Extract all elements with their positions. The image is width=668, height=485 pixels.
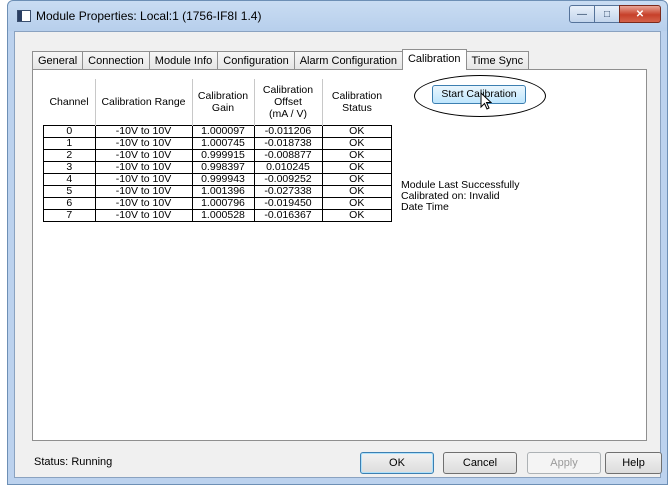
column-header-calibration-range: Calibration Range (95, 79, 193, 126)
last-calibration-info: Module Last Successfully Calibrated on: … (401, 180, 519, 213)
module-properties-window: Module Properties: Local:1 (1756-IF8I 1.… (7, 0, 668, 485)
cell-calibration-range: -10V to 10V (94, 125, 193, 138)
cell-calibration-status: OK (321, 125, 392, 138)
last-calibration-line: Date Time (401, 201, 449, 213)
header-line: Calibration (331, 90, 383, 102)
cell-channel: 6 (43, 197, 96, 210)
column-header-calibration-offset: Calibration Offset (mA / V) (254, 79, 323, 126)
tab-alarm-configuration[interactable]: Alarm Configuration (293, 51, 403, 70)
window-title: Module Properties: Local:1 (1756-IF8I 1.… (36, 9, 262, 23)
calibration-table: Channel Calibration Range Calibration Ga… (43, 79, 392, 222)
cell-channel: 5 (43, 185, 96, 198)
cell-channel: 7 (43, 209, 96, 222)
maximize-button[interactable]: □ (594, 5, 620, 23)
cell-channel: 4 (43, 173, 96, 186)
header-line: Gain (211, 102, 235, 114)
header-line: Offset (274, 96, 302, 108)
status-bar: Status: Running (34, 456, 112, 468)
status-label: Status: (34, 456, 69, 468)
cell-calibration-range: -10V to 10V (94, 149, 193, 162)
table-row: 6 -10V to 10V 1.000796 -0.019450 OK (43, 197, 392, 210)
calibration-table-body: 0 -10V to 10V 1.000097 -0.011206 OK 1 -10V to … (43, 125, 392, 222)
cell-calibration-range: -10V to 10V (94, 173, 193, 186)
status-value: Running (71, 456, 113, 468)
column-header-channel: Channel (43, 79, 96, 126)
close-icon: ✕ (635, 8, 645, 20)
cell-calibration-status: OK (321, 209, 392, 222)
cell-calibration-offset: -0.008877 (253, 149, 323, 162)
close-button[interactable]: ✕ (619, 5, 661, 23)
table-row: 2 -10V to 10V 0.999915 -0.008877 OK (43, 149, 392, 162)
maximize-icon: □ (603, 8, 611, 20)
tab-connection[interactable]: Connection (82, 51, 150, 70)
table-row: 1 -10V to 10V 1.000745 -0.018738 OK (43, 137, 392, 150)
dialog-body: General Connection Module Info Configura… (14, 31, 662, 478)
cell-calibration-gain: 1.001396 (191, 185, 255, 198)
cell-channel: 0 (43, 125, 96, 138)
cell-calibration-gain: 0.999915 (191, 149, 255, 162)
cell-calibration-gain: 1.000796 (191, 197, 255, 210)
cell-calibration-range: -10V to 10V (94, 197, 193, 210)
cell-calibration-status: OK (321, 137, 392, 150)
tab-time-sync[interactable]: Time Sync (465, 51, 530, 70)
cell-calibration-offset: -0.009252 (253, 173, 323, 186)
cell-calibration-range: -10V to 10V (94, 161, 193, 174)
tab-module-info[interactable]: Module Info (148, 51, 219, 70)
header-line: Calibration (197, 90, 249, 102)
table-header-row: Channel Calibration Range Calibration Ga… (43, 79, 392, 126)
cell-calibration-range: -10V to 10V (94, 185, 193, 198)
column-header-calibration-status: Calibration Status (322, 79, 392, 126)
tab-configuration[interactable]: Configuration (217, 51, 295, 70)
cell-channel: 2 (43, 149, 96, 162)
mouse-pointer-icon (480, 92, 492, 110)
cell-calibration-gain: 0.998397 (191, 161, 255, 174)
cell-calibration-gain: 1.000097 (191, 125, 255, 138)
column-header-calibration-gain: Calibration Gain (192, 79, 255, 126)
header-line: (mA / V) (269, 108, 307, 120)
cell-channel: 1 (43, 137, 96, 150)
app-window-icon (17, 10, 31, 22)
cell-calibration-status: OK (321, 161, 392, 174)
help-button[interactable]: Help (605, 452, 662, 474)
cell-calibration-status: OK (321, 185, 392, 198)
cell-calibration-offset: -0.018738 (253, 137, 323, 150)
table-row: 4 -10V to 10V 0.999943 -0.009252 OK (43, 173, 392, 186)
cell-calibration-range: -10V to 10V (94, 137, 193, 150)
cell-calibration-gain: 0.999943 (191, 173, 255, 186)
window-controls: — □ ✕ (569, 5, 661, 23)
table-row: 7 -10V to 10V 1.000528 -0.016367 OK (43, 209, 392, 222)
cell-channel: 3 (43, 161, 96, 174)
header-line: Calibration (262, 84, 314, 96)
tab-calibration[interactable]: Calibration (401, 49, 467, 70)
table-row: 5 -10V to 10V 1.001396 -0.027338 OK (43, 185, 392, 198)
cell-calibration-status: OK (321, 197, 392, 210)
apply-button[interactable]: Apply (527, 452, 601, 474)
calibration-tab-panel: Channel Calibration Range Calibration Ga… (32, 69, 647, 441)
header-line: Status (342, 102, 372, 114)
table-row: 3 -10V to 10V 0.998397 0.010245 OK (43, 161, 392, 174)
cell-calibration-offset: -0.016367 (253, 209, 323, 222)
start-calibration-button[interactable]: Start Calibration (432, 85, 526, 104)
cell-calibration-gain: 1.000745 (191, 137, 255, 150)
cell-calibration-status: OK (321, 149, 392, 162)
cell-calibration-offset: -0.011206 (253, 125, 323, 138)
cell-calibration-status: OK (321, 173, 392, 186)
cell-calibration-offset: 0.010245 (253, 161, 323, 174)
cancel-button[interactable]: Cancel (443, 452, 517, 474)
cell-calibration-range: -10V to 10V (94, 209, 193, 222)
cell-calibration-offset: -0.019450 (253, 197, 323, 210)
title-bar[interactable]: Module Properties: Local:1 (1756-IF8I 1.… (8, 1, 667, 31)
minimize-icon: — (577, 8, 587, 20)
cell-calibration-offset: -0.027338 (253, 185, 323, 198)
tab-general[interactable]: General (32, 51, 84, 70)
minimize-button[interactable]: — (569, 5, 595, 23)
cell-calibration-gain: 1.000528 (191, 209, 255, 222)
table-row: 0 -10V to 10V 1.000097 -0.011206 OK (43, 125, 392, 138)
tab-strip: General Connection Module Info Configura… (32, 49, 530, 70)
ok-button[interactable]: OK (360, 452, 434, 474)
